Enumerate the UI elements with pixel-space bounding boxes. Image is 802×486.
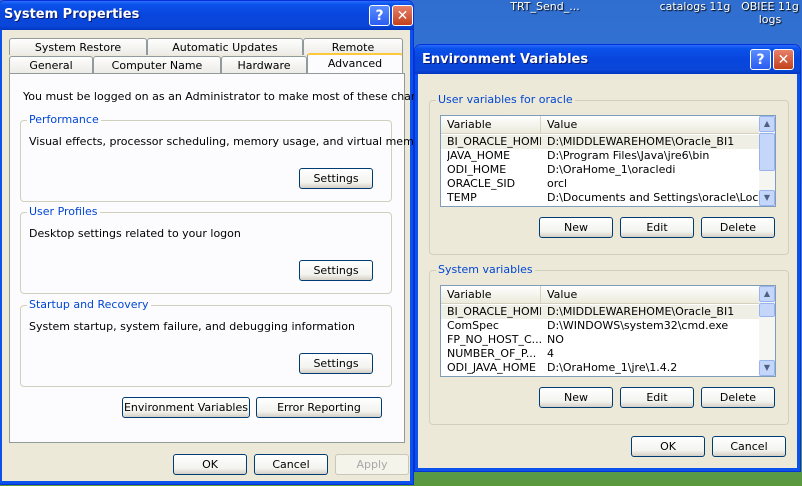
- scroll-down-icon[interactable]: ▼: [759, 360, 775, 376]
- variable-name: FP_NO_HOST_C...: [447, 333, 541, 346]
- list-item[interactable]: ODI_JAVA_HOME D:\OraHome_1\jre\1.4.2: [441, 361, 759, 375]
- user-profiles-settings-button[interactable]: Settings: [299, 260, 373, 281]
- variable-value: 4: [547, 347, 554, 360]
- desktop-icon-trt-send[interactable]: TRT_Send_...: [505, 0, 585, 13]
- variable-value: D:\MIDDLEWAREHOME\Oracle_BI1: [547, 135, 735, 148]
- vertical-scrollbar[interactable]: ▲ ▼: [759, 286, 775, 376]
- startup-recovery-description: System startup, system failure, and debu…: [29, 320, 355, 333]
- column-header-value[interactable]: Value: [541, 286, 761, 303]
- column-header-variable[interactable]: Variable: [441, 116, 541, 133]
- apply-button: Apply: [335, 454, 409, 475]
- list-item[interactable]: FP_NO_HOST_C... NO: [441, 333, 759, 347]
- variable-name: ComSpec: [447, 319, 499, 332]
- system-variables-label: System variables: [436, 263, 535, 276]
- tab-system-restore[interactable]: System Restore: [9, 38, 147, 55]
- variable-value: D:\Documents and Settings\oracle\Local..…: [547, 191, 761, 204]
- list-header: Variable Value: [441, 286, 759, 304]
- advanced-tab-panel: You must be logged on as an Administrato…: [9, 73, 441, 443]
- help-button[interactable]: ?: [369, 5, 390, 26]
- variable-name: ODI_JAVA_HOME: [447, 361, 536, 374]
- performance-settings-button[interactable]: Settings: [299, 168, 373, 189]
- column-header-variable[interactable]: Variable: [441, 286, 541, 303]
- system-delete-button[interactable]: Delete: [701, 387, 775, 408]
- cancel-button[interactable]: Cancel: [254, 454, 328, 475]
- list-item[interactable]: NUMBER_OF_P... 4: [441, 347, 759, 361]
- list-item[interactable]: ComSpec D:\WINDOWS\system32\cmd.exe: [441, 319, 759, 333]
- user-profiles-group: User Profiles Desktop settings related t…: [20, 205, 392, 294]
- user-edit-button[interactable]: Edit: [620, 217, 694, 238]
- system-edit-button[interactable]: Edit: [620, 387, 694, 408]
- system-properties-window: System Properties ? ✕ System Restore Aut…: [0, 0, 441, 485]
- variable-name: BI_ORACLE_HOME: [447, 135, 541, 148]
- close-button[interactable]: ✕: [773, 49, 794, 70]
- variable-value: D:\OraHome_1\jre\1.4.2: [547, 361, 678, 374]
- variable-value: D:\WINDOWS\system32\cmd.exe: [547, 319, 729, 332]
- desktop-icon-catalogs[interactable]: catalogs 11g: [655, 0, 735, 13]
- list-item[interactable]: ORACLE_SID orcl: [441, 177, 759, 191]
- user-variables-label: User variables for oracle: [436, 93, 575, 106]
- variable-name: NUMBER_OF_P...: [447, 347, 537, 360]
- environment-variables-titlebar[interactable]: Environment Variables ? ✕: [415, 45, 800, 74]
- list-item[interactable]: ODI_HOME D:\OraHome_1\oracledi: [441, 163, 759, 177]
- environment-variables-window: Environment Variables ? ✕ User variables…: [414, 44, 801, 472]
- variable-name: JAVA_HOME: [447, 149, 511, 162]
- variable-value: D:\MIDDLEWAREHOME\Oracle_BI1: [547, 305, 735, 318]
- user-profiles-description: Desktop settings related to your logon: [29, 227, 241, 240]
- scroll-thumb[interactable]: [759, 133, 775, 171]
- admin-note: You must be logged on as an Administrato…: [23, 90, 441, 103]
- vertical-scrollbar[interactable]: ▲ ▼: [759, 116, 775, 206]
- scroll-up-icon[interactable]: ▲: [759, 116, 775, 132]
- variable-name: BI_ORACLE_HOME: [447, 305, 541, 318]
- tab-hardware[interactable]: Hardware: [221, 56, 307, 73]
- variable-value: orcl: [547, 177, 568, 190]
- user-new-button[interactable]: New: [539, 217, 613, 238]
- user-delete-button[interactable]: Delete: [701, 217, 775, 238]
- ok-button[interactable]: OK: [631, 436, 705, 457]
- environment-variables-button[interactable]: Environment Variables: [122, 397, 250, 418]
- user-variables-group: User variables for oracle Variable Value…: [429, 93, 789, 255]
- window-title: System Properties: [4, 7, 140, 22]
- system-new-button[interactable]: New: [539, 387, 613, 408]
- scroll-down-icon[interactable]: ▼: [759, 190, 775, 206]
- variable-name: TEMP: [447, 191, 477, 204]
- list-item[interactable]: TEMP D:\Documents and Settings\oracle\Lo…: [441, 191, 761, 205]
- tab-computer-name[interactable]: Computer Name: [93, 56, 221, 73]
- variable-value: D:\OraHome_1\oracledi: [547, 163, 676, 176]
- desktop-icon-obiee-logs[interactable]: OBIEE 11g logs: [740, 0, 800, 26]
- user-variables-list[interactable]: Variable Value BI_ORACLE_HOME D:\MIDDLEW…: [440, 115, 776, 207]
- variable-value: NO: [547, 333, 564, 346]
- variable-name: ORACLE_SID: [447, 177, 516, 190]
- variable-name: ODI_HOME: [447, 163, 507, 176]
- scroll-thumb[interactable]: [759, 303, 775, 317]
- performance-label: Performance: [27, 113, 101, 126]
- user-profiles-label: User Profiles: [27, 205, 100, 218]
- help-button[interactable]: ?: [750, 49, 771, 70]
- list-item[interactable]: JAVA_HOME D:\Program Files\Java\jre6\bin: [441, 149, 759, 163]
- cancel-button[interactable]: Cancel: [712, 436, 786, 457]
- column-header-value[interactable]: Value: [541, 116, 761, 133]
- ok-button[interactable]: OK: [173, 454, 247, 475]
- tab-advanced[interactable]: Advanced: [307, 53, 403, 73]
- list-item[interactable]: BI_ORACLE_HOME D:\MIDDLEWAREHOME\Oracle_…: [441, 135, 759, 149]
- system-properties-titlebar[interactable]: System Properties ? ✕: [0, 1, 413, 30]
- startup-recovery-label: Startup and Recovery: [27, 298, 151, 311]
- system-variables-list[interactable]: Variable Value BI_ORACLE_HOME D:\MIDDLEW…: [440, 285, 776, 377]
- window-title: Environment Variables: [422, 52, 589, 67]
- startup-recovery-group: Startup and Recovery System startup, sys…: [20, 298, 392, 387]
- error-reporting-button[interactable]: Error Reporting: [256, 397, 382, 418]
- list-header: Variable Value: [441, 116, 759, 134]
- environment-variables-body: User variables for oracle Variable Value…: [419, 74, 796, 467]
- performance-group: Performance Visual effects, processor sc…: [20, 113, 432, 202]
- variable-value: D:\Program Files\Java\jre6\bin: [547, 149, 710, 162]
- system-properties-body: System Restore Automatic Updates Remote …: [3, 30, 441, 480]
- system-variables-group: System variables Variable Value BI_ORACL…: [429, 263, 789, 425]
- tab-automatic-updates[interactable]: Automatic Updates: [147, 38, 303, 55]
- performance-description: Visual effects, processor scheduling, me…: [29, 135, 432, 148]
- scroll-up-icon[interactable]: ▲: [759, 286, 775, 302]
- list-item[interactable]: BI_ORACLE_HOME D:\MIDDLEWAREHOME\Oracle_…: [441, 305, 759, 319]
- close-button[interactable]: ✕: [392, 5, 413, 26]
- tab-general[interactable]: General: [9, 56, 93, 73]
- startup-recovery-settings-button[interactable]: Settings: [299, 353, 373, 374]
